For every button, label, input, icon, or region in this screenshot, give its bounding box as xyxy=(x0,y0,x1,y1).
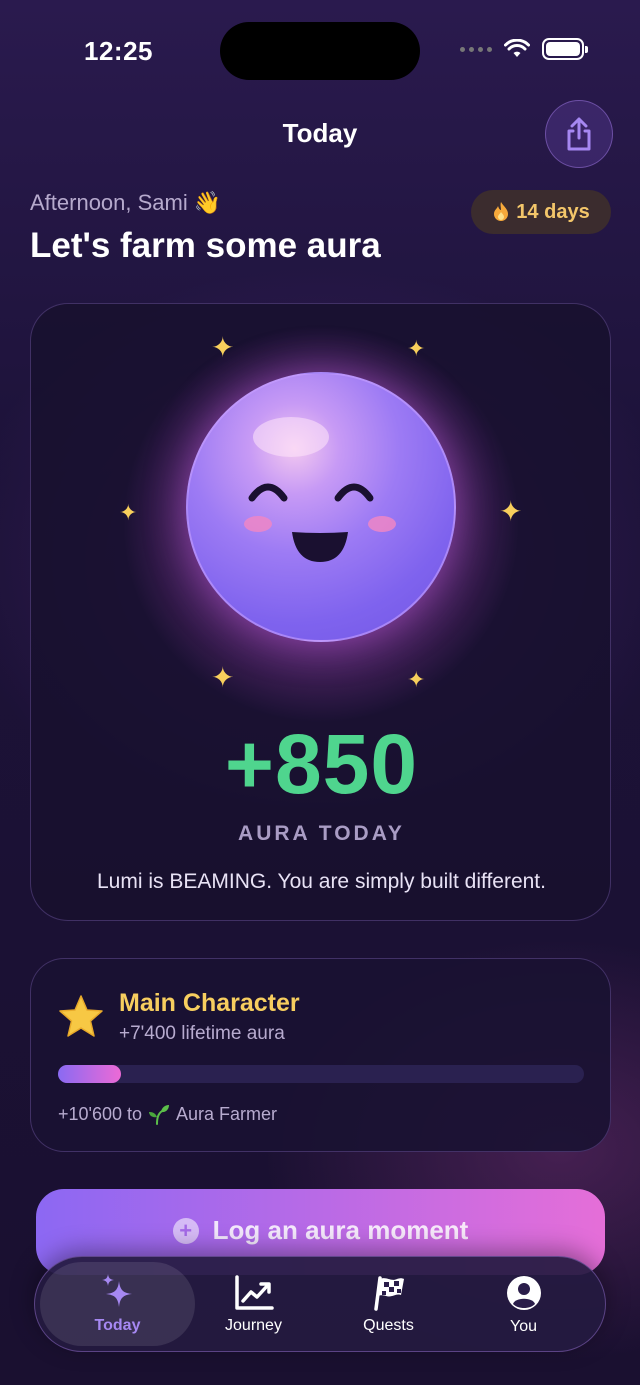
next-rank-name: Aura Farmer xyxy=(176,1103,278,1124)
tab-journey[interactable]: Journey xyxy=(186,1257,321,1353)
sparkles-icon xyxy=(101,1274,132,1307)
status-bar: 12:25 xyxy=(0,0,640,100)
sparkle-icon: ✦ xyxy=(211,332,235,363)
rank-progress-bar xyxy=(58,1065,584,1083)
flag-icon xyxy=(373,1276,404,1311)
tab-you[interactable]: You xyxy=(456,1257,591,1353)
rank-card[interactable]: Main Character +7'400 lifetime aura +10'… xyxy=(30,958,611,1152)
chart-icon xyxy=(234,1275,274,1310)
lumi-mascot[interactable] xyxy=(186,372,456,642)
share-icon xyxy=(567,117,591,151)
tab-bar: Today Journey Quests You xyxy=(34,1256,606,1352)
next-rank-prefix: +10'600 to xyxy=(58,1103,143,1124)
dynamic-island xyxy=(220,22,420,80)
status-time: 12:25 xyxy=(84,36,153,66)
profile-icon xyxy=(506,1276,541,1310)
sparkle-icon: ✦ xyxy=(499,496,523,527)
lumi-face-icon xyxy=(244,417,396,562)
star-icon xyxy=(59,995,103,1037)
sparkle-icon: ✦ xyxy=(407,667,426,692)
aura-score: +850 xyxy=(224,717,419,811)
plus-icon: + xyxy=(172,1218,199,1244)
page-title: Today xyxy=(282,118,358,148)
tab-today-label: Today xyxy=(94,1317,141,1334)
sparkle-icon: ✦ xyxy=(407,336,426,361)
sparkle-icon: ✦ xyxy=(119,500,138,525)
rank-progress-fill xyxy=(58,1065,122,1083)
tab-today[interactable]: Today xyxy=(40,1262,195,1346)
fire-icon xyxy=(494,202,509,221)
headline: Let's farm some aura xyxy=(30,226,381,265)
streak-badge[interactable]: 14 days xyxy=(471,190,611,234)
tab-quests-label: Quests xyxy=(363,1317,414,1334)
sparkle-icon: ✦ xyxy=(211,662,235,693)
tab-quests[interactable]: Quests xyxy=(321,1257,456,1353)
lifetime-aura: +7'400 lifetime aura xyxy=(119,1023,285,1044)
tab-journey-label: Journey xyxy=(225,1317,282,1334)
share-button[interactable] xyxy=(545,100,613,168)
tab-you-label: You xyxy=(510,1318,537,1335)
seedling-icon xyxy=(149,1105,170,1125)
signal-icon xyxy=(460,46,492,52)
greeting-text: Afternoon, Sami 👋 xyxy=(30,190,222,215)
next-rank: +10'600 to Aura Farmer xyxy=(58,1103,277,1125)
aura-hero-card: ✦ ✦ ✦ ✦ ✦ ✦ +850 AURA TODAY Lumi is BEAM… xyxy=(30,303,611,921)
status-icons xyxy=(460,38,588,60)
streak-label: 14 days xyxy=(516,200,590,223)
battery-icon xyxy=(542,38,588,60)
mascot-message: Lumi is BEAMING. You are simply built di… xyxy=(97,870,546,893)
rank-title: Main Character xyxy=(119,989,300,1017)
log-aura-moment-label: Log an aura moment xyxy=(212,1215,469,1245)
wifi-icon xyxy=(504,39,530,57)
aura-score-label: AURA TODAY xyxy=(238,822,405,845)
